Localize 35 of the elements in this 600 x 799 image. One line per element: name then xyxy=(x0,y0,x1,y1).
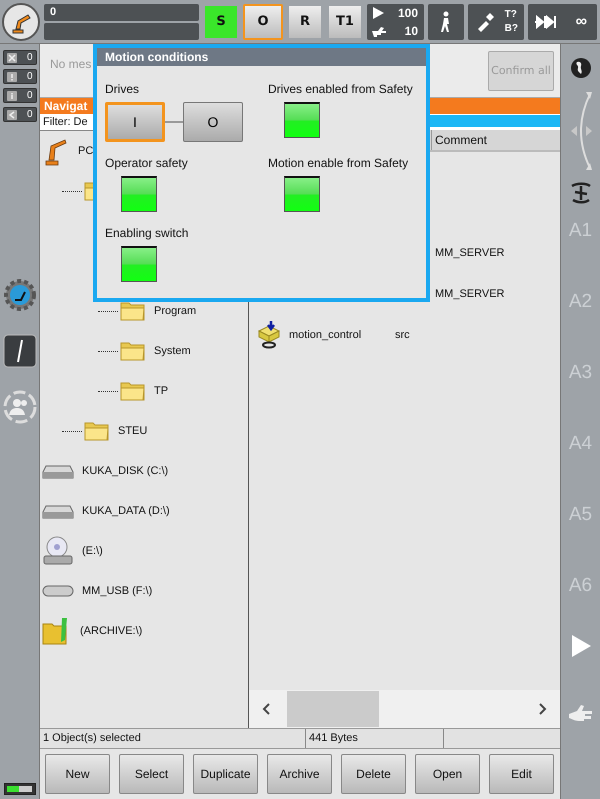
base-label: B? xyxy=(504,22,518,36)
tree-item-label: MM_USB (F:\) xyxy=(82,585,152,597)
tree-item-label: (E:\) xyxy=(82,545,103,557)
program-override: 100 xyxy=(398,6,418,20)
dialog-title: Motion conditions xyxy=(97,48,426,66)
tree-item-label: (ARCHIVE:\) xyxy=(80,625,142,637)
condition-label: Motion enable from Safety xyxy=(268,156,410,170)
status-text: 1 Object(s) selected xyxy=(40,729,306,748)
drives-label: Drives xyxy=(105,82,140,96)
tree-item-label: TP xyxy=(154,385,168,397)
message-count: 0 xyxy=(26,109,32,120)
tree-item-label: STEU xyxy=(118,425,148,437)
tree-item-label: Program xyxy=(154,305,196,317)
tool-label: T? xyxy=(504,8,518,22)
message-count: 0 xyxy=(26,71,32,82)
status-value: 0 xyxy=(44,4,199,20)
condition-label: Enabling switch xyxy=(105,226,190,240)
file-comment: MM_SERVER xyxy=(435,246,504,258)
condition-label: Drives enabled from Safety xyxy=(268,82,414,96)
message-count: 0 xyxy=(26,52,32,63)
condition-label: Operator safety xyxy=(105,156,189,170)
tree-item-label: PC xyxy=(78,145,94,157)
navigator-title: Navigat xyxy=(44,99,88,113)
increment-value: ∞ xyxy=(576,12,587,30)
message-count: 0 xyxy=(26,90,32,101)
message-text: No mes xyxy=(50,56,92,70)
jog-override: 10 xyxy=(404,24,418,38)
file-type: src xyxy=(395,328,410,340)
file-name: motion_control xyxy=(289,328,362,340)
tree-item-label: KUKA_DISK (C:\) xyxy=(82,465,168,477)
file-comment: MM_SERVER xyxy=(435,288,504,300)
status-text: 441 Bytes xyxy=(306,729,444,748)
filter-label: Filter: De xyxy=(42,115,88,130)
tree-item-label: System xyxy=(154,345,191,357)
tree-item-label: KUKA_DATA (D:\) xyxy=(82,505,170,517)
